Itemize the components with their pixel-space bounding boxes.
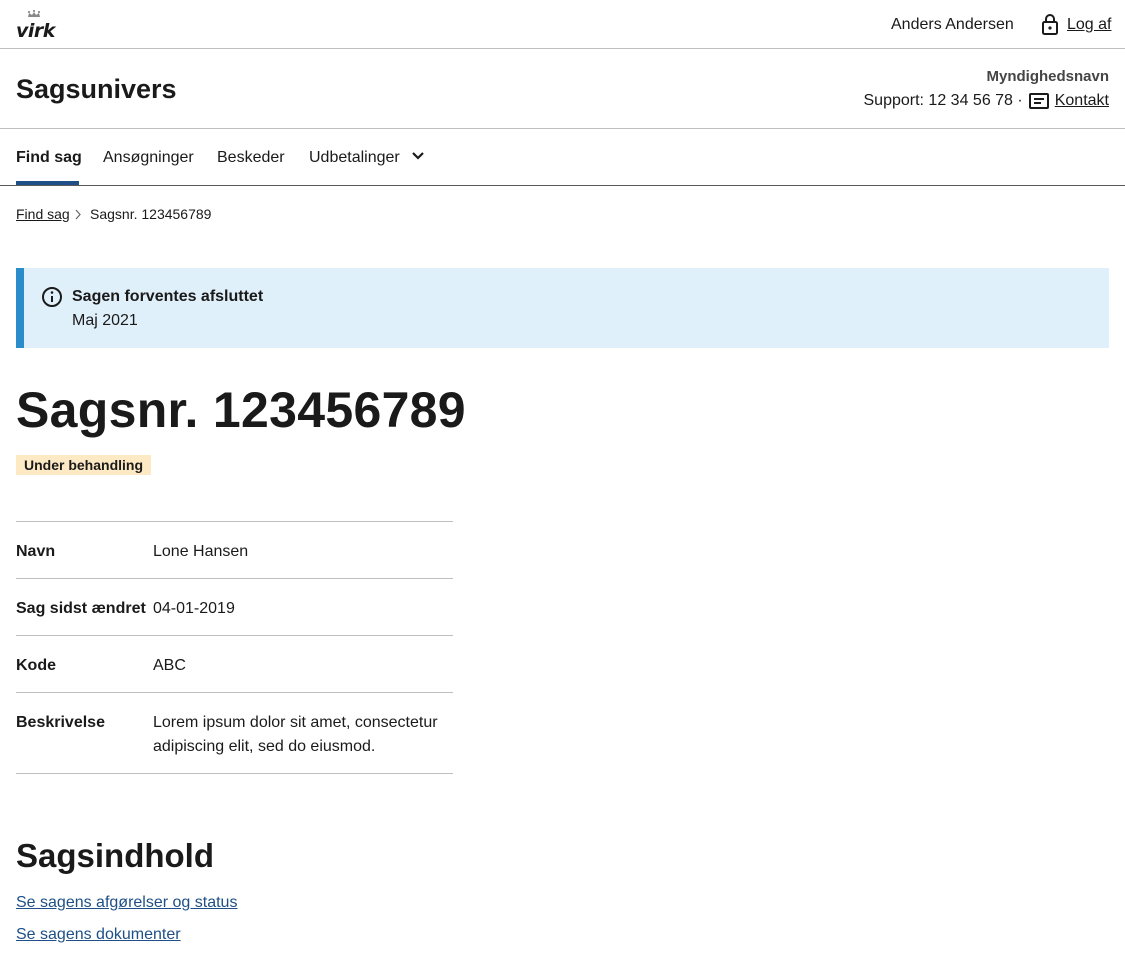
detail-label: Beskrivelse — [16, 714, 105, 731]
logo-text: virk — [16, 20, 55, 42]
main-nav: Find sag Ansøgninger Beskeder Udbetaling… — [0, 129, 1125, 186]
status-badge: Under behandling — [16, 455, 151, 475]
contact-link[interactable]: Kontakt — [1055, 91, 1109, 111]
info-icon — [42, 287, 62, 307]
detail-label: Navn — [16, 543, 56, 560]
top-bar: virk Anders Andersen Log af — [0, 0, 1125, 49]
nav-item-beskeder[interactable]: Beskeder — [217, 148, 285, 168]
detail-row-sidst-aendret: Sag sidst ændret 04-01-2019 — [16, 579, 453, 636]
crown-icon — [28, 10, 40, 17]
authority-name: Myndighedsnavn — [986, 68, 1109, 85]
contact-icon — [1028, 93, 1049, 109]
section-title: Sagsindhold — [16, 837, 214, 874]
alert-body: Maj 2021 — [72, 312, 138, 329]
detail-row-kode: Kode ABC — [16, 636, 453, 693]
support-text: Support: 12 34 56 78 · — [863, 92, 1023, 109]
support-info: Support: 12 34 56 78 · Kontakt — [863, 91, 1109, 111]
active-tab-indicator — [16, 181, 79, 185]
chevron-down-icon[interactable] — [411, 151, 425, 161]
detail-row-beskrivelse: Beskrivelse Lorem ipsum dolor sit amet, … — [16, 693, 453, 774]
link-afgoerelser-status[interactable]: Se sagens afgørelser og status — [16, 893, 237, 913]
page-title: Sagsnr. 123456789 — [16, 382, 466, 438]
detail-label: Kode — [16, 657, 56, 674]
detail-value: Lorem ipsum dolor sit amet, consectetur … — [153, 714, 438, 755]
app-title: Sagsunivers — [16, 74, 177, 104]
detail-value: Lone Hansen — [153, 543, 249, 560]
nav-item-find-sag[interactable]: Find sag — [16, 148, 82, 168]
info-alert: Sagen forventes afsluttet Maj 2021 — [16, 268, 1109, 348]
breadcrumb-find-sag[interactable]: Find sag — [16, 206, 70, 223]
user-name: Anders Andersen — [891, 16, 1014, 33]
lock-icon — [1042, 14, 1058, 35]
site-header: Sagsunivers Myndighedsnavn Support: 12 3… — [0, 49, 1125, 129]
detail-label: Sag sidst ændret — [16, 600, 146, 617]
case-details: Navn Lone Hansen Sag sidst ændret 04-01-… — [16, 521, 453, 774]
alert-title: Sagen forventes afsluttet — [72, 288, 264, 305]
virk-logo[interactable]: virk — [16, 10, 56, 42]
detail-value: ABC — [153, 657, 186, 674]
detail-row-navn: Navn Lone Hansen — [16, 522, 453, 579]
logout-link[interactable]: Log af — [1067, 15, 1111, 35]
chevron-right-icon — [75, 209, 81, 220]
breadcrumb-current: Sagsnr. 123456789 — [90, 206, 212, 222]
link-dokumenter[interactable]: Se sagens dokumenter — [16, 925, 181, 945]
nav-item-udbetalinger[interactable]: Udbetalinger — [309, 148, 400, 168]
nav-item-ansoegninger[interactable]: Ansøgninger — [103, 148, 194, 168]
detail-value: 04-01-2019 — [153, 600, 235, 617]
